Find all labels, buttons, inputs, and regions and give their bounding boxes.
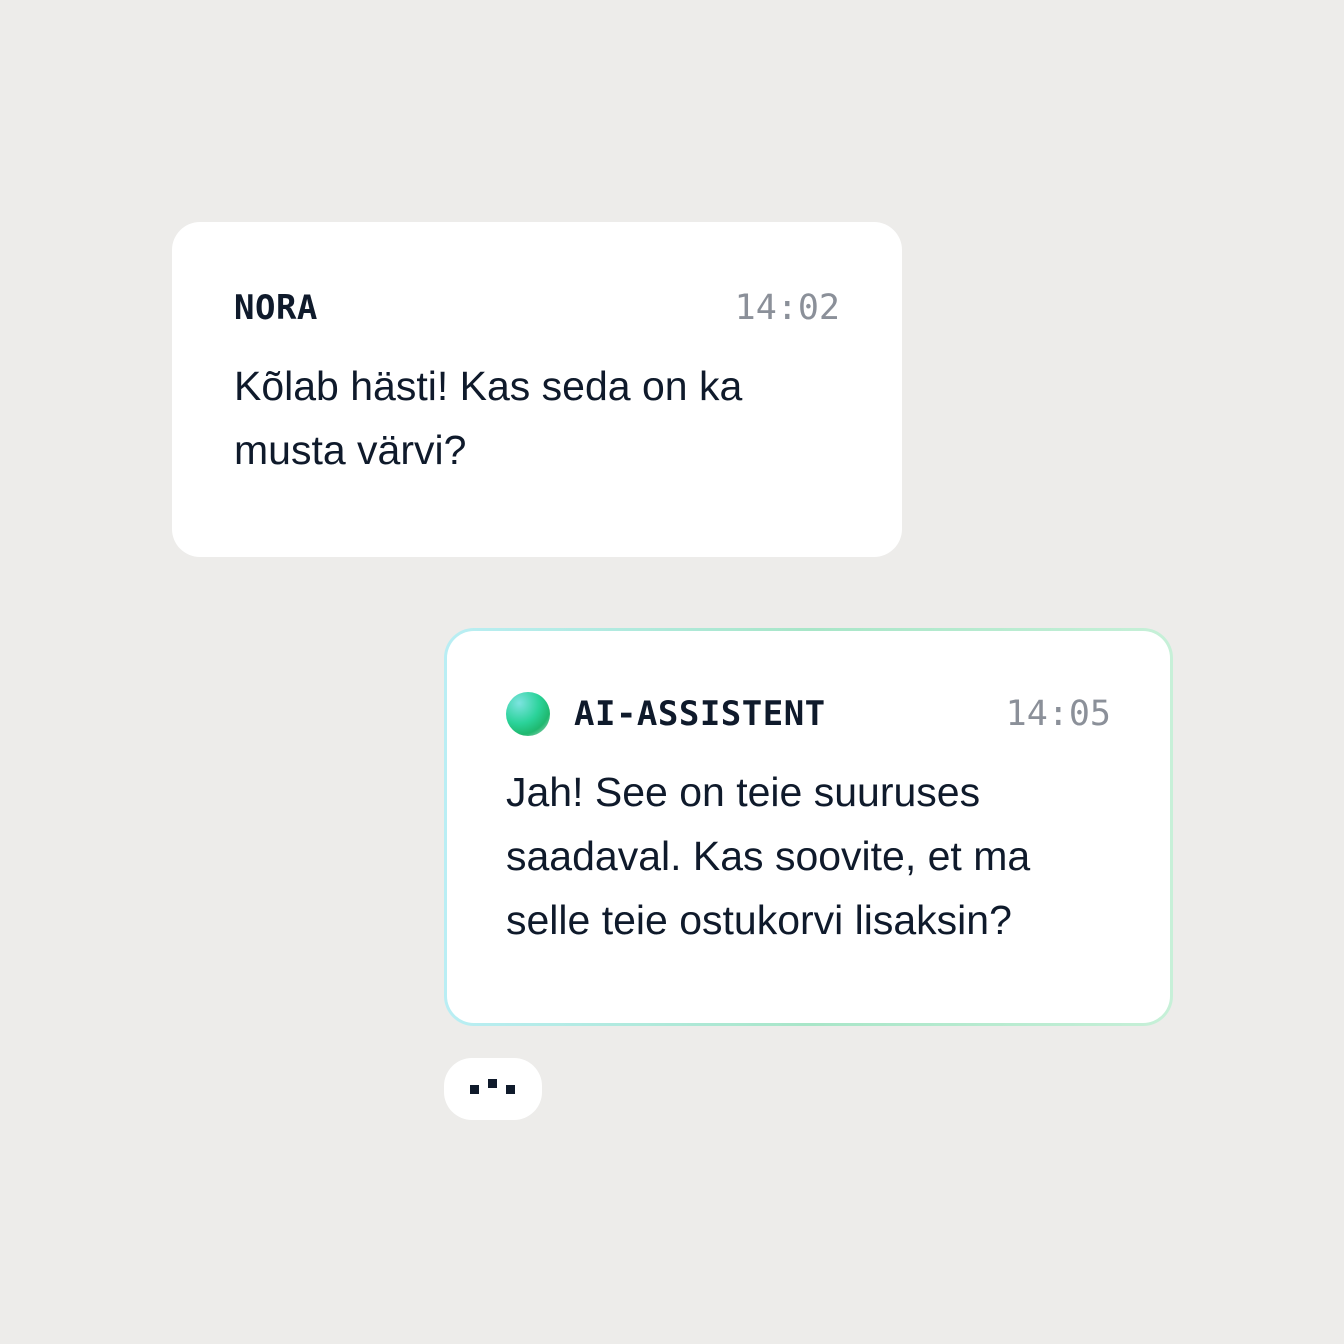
typing-dot [506, 1085, 515, 1094]
assistant-orb-icon [506, 692, 550, 736]
typing-dot [488, 1079, 497, 1088]
typing-indicator [444, 1058, 542, 1120]
assistant-message-bubble: AI-ASSISTENT 14:05 Jah! See on teie suur… [444, 628, 1173, 1026]
sender: AI-ASSISTENT [506, 692, 826, 736]
message-timestamp: 14:02 [734, 288, 840, 328]
message-header: NORA 14:02 [234, 284, 840, 332]
message-text: Kõlab hästi! Kas seda on ka musta värvi? [234, 363, 743, 473]
sender-name: NORA [234, 288, 318, 328]
user-message-bubble: NORA 14:02 Kõlab hästi! Kas seda on ka m… [172, 222, 902, 557]
message-header: AI-ASSISTENT 14:05 [506, 690, 1111, 738]
message-timestamp: 14:05 [1005, 694, 1111, 734]
message-text: Jah! See on teie suuruses saadaval. Kas … [506, 769, 1031, 943]
sender: NORA [234, 288, 318, 328]
typing-dot [470, 1085, 479, 1094]
assistant-message-body: AI-ASSISTENT 14:05 Jah! See on teie suur… [447, 631, 1170, 1023]
sender-name: AI-ASSISTENT [574, 694, 826, 734]
